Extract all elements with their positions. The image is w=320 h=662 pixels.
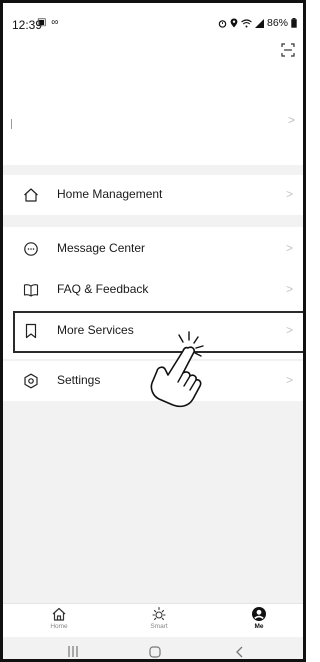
chevron-right-icon: > [285, 187, 293, 201]
wifi-icon [241, 18, 252, 27]
chevron-right-icon: > [285, 282, 293, 296]
profile-chevron-icon: > [287, 113, 295, 127]
house-icon [24, 188, 38, 202]
home-management-item[interactable]: Home Management > [3, 175, 303, 215]
faq-feedback-label: FAQ & Feedback [57, 282, 149, 296]
tab-me[interactable]: Me [229, 606, 289, 630]
status-right-icons: 86% [218, 17, 297, 29]
chevron-right-icon: > [285, 241, 293, 255]
bottom-tab-bar: Home Smart Me [3, 603, 303, 637]
message-center-label: Message Center [57, 241, 146, 255]
scan-icon[interactable] [281, 43, 295, 57]
sun-icon [152, 606, 166, 621]
home-icon [52, 607, 66, 621]
more-services-label: More Services [57, 323, 134, 337]
bookmark-icon [25, 323, 37, 339]
settings-hexagon-icon [24, 373, 38, 389]
battery-percent: 86% [266, 17, 288, 29]
location-icon [230, 18, 238, 28]
profile-placeholder [11, 119, 12, 129]
battery-icon [291, 18, 297, 28]
back-button-icon[interactable] [235, 646, 243, 658]
system-nav-bar [3, 637, 303, 659]
chat-bubble-icon [24, 242, 38, 256]
tab-home[interactable]: Home [29, 606, 89, 630]
home-management-label: Home Management [57, 187, 163, 201]
settings-label: Settings [57, 373, 101, 387]
tab-home-label: Home [50, 623, 68, 630]
chevron-right-icon: > [285, 323, 293, 337]
tab-smart[interactable]: Smart [129, 606, 189, 630]
message-center-item[interactable]: Message Center > [3, 229, 303, 269]
phone-screen: 12:39 ▣ ∞ 86% > Home Management > Messag… [0, 0, 306, 662]
book-icon [23, 284, 39, 297]
home-management-section: Home Management > [3, 175, 303, 215]
signal-icon [254, 18, 264, 28]
home-button-icon[interactable] [149, 646, 161, 658]
status-bar: 12:39 ▣ ∞ 86% [3, 3, 303, 39]
tab-smart-label: Smart [150, 623, 168, 630]
alarm-icon [218, 19, 227, 28]
recent-apps-icon[interactable] [67, 646, 79, 657]
faq-feedback-item[interactable]: FAQ & Feedback > [3, 270, 303, 310]
tap-hand-icon [150, 331, 204, 408]
tab-me-label: Me [254, 623, 264, 630]
chevron-right-icon: > [285, 373, 293, 387]
profile-section[interactable]: > [3, 39, 303, 165]
notification-icons: ▣ ∞ [37, 17, 60, 28]
person-icon [252, 607, 266, 621]
